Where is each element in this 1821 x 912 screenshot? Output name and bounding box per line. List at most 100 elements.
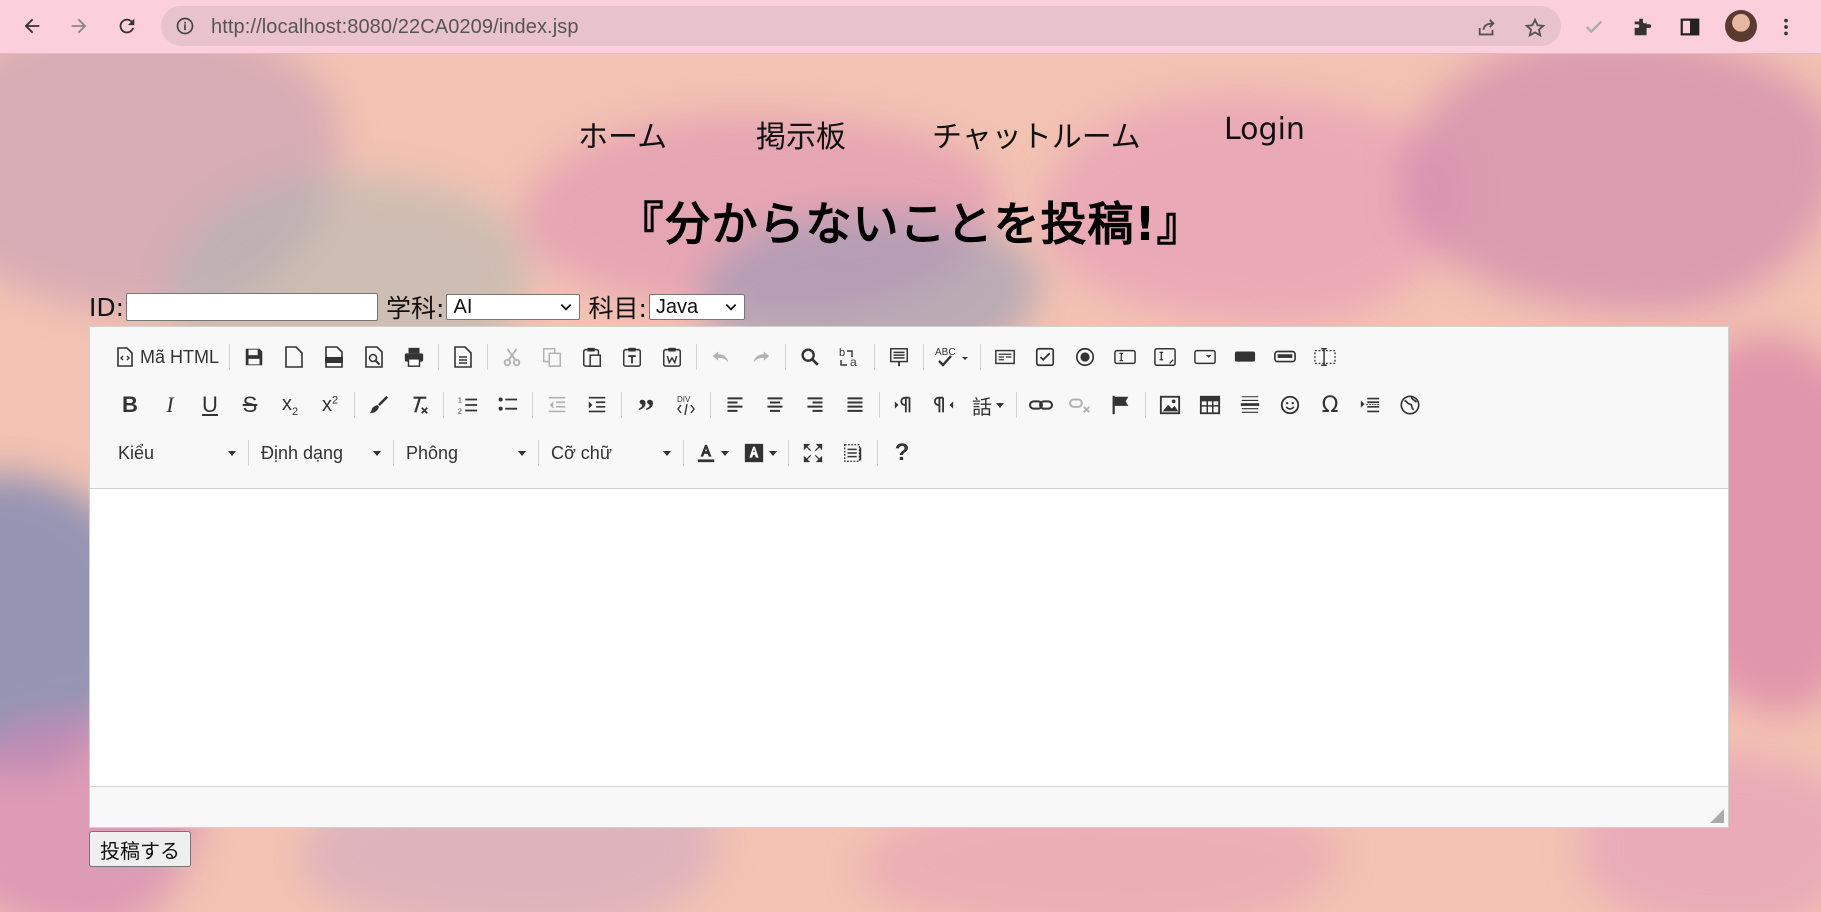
address-bar[interactable]: http://localhost:8080/22CA0209/index.jsp (161, 6, 1561, 46)
align-justify-button[interactable] (835, 387, 875, 423)
strikethrough-icon: S (242, 392, 258, 417)
text-color-button[interactable] (688, 435, 736, 471)
save-button[interactable] (234, 339, 274, 375)
paste-button[interactable] (572, 339, 612, 375)
nav-link-home[interactable]: ホーム (578, 112, 667, 156)
forward-button[interactable] (64, 11, 94, 41)
style-combo[interactable]: Kiểu (110, 435, 244, 471)
align-left-button[interactable] (715, 387, 755, 423)
textfield-button[interactable] (1105, 339, 1145, 375)
source-button[interactable]: Mã HTML (110, 339, 225, 375)
ltr-button[interactable] (884, 387, 924, 423)
underline-button[interactable]: U (190, 387, 230, 423)
subject-select[interactable]: Java (648, 294, 745, 320)
indent-button[interactable] (577, 387, 617, 423)
department-select[interactable]: AI (446, 294, 581, 320)
spellcheck-button[interactable]: ABC (928, 339, 976, 375)
paste-word-button[interactable] (652, 339, 692, 375)
blockquote-button[interactable]: ” (626, 387, 666, 430)
paste-text-button[interactable] (612, 339, 652, 375)
font-combo[interactable]: Phông (398, 435, 534, 471)
copy-button[interactable] (532, 339, 572, 375)
extension-check-button[interactable] (1580, 13, 1608, 41)
show-blocks-button[interactable] (833, 435, 873, 471)
nav-link-login[interactable]: Login (1224, 112, 1305, 147)
special-char-button[interactable]: Ω (1310, 387, 1350, 423)
share-icon (1478, 19, 1495, 36)
image-button[interactable] (1150, 387, 1190, 423)
back-button[interactable] (17, 11, 47, 41)
share-button[interactable] (1475, 16, 1499, 40)
nav-link-board[interactable]: 掲示板 (756, 112, 846, 156)
create-div-button[interactable]: DIV (666, 387, 706, 423)
format-combo[interactable]: Định dạng (253, 435, 389, 471)
reload-button[interactable] (112, 11, 142, 41)
find-button[interactable] (790, 339, 830, 375)
toolbar-separator (980, 344, 982, 370)
iframe-button[interactable] (1390, 387, 1430, 423)
omega-icon: Ω (1321, 392, 1339, 418)
page-break-button[interactable] (1350, 387, 1390, 423)
background-color-button[interactable] (736, 435, 784, 471)
maximize-button[interactable] (793, 435, 833, 471)
extensions-button[interactable] (1628, 13, 1656, 41)
button-field-button[interactable] (1225, 339, 1265, 375)
templates-button[interactable] (443, 339, 483, 375)
print-icon (404, 347, 424, 367)
horizontal-rule-button[interactable] (1230, 387, 1270, 423)
align-right-button[interactable] (795, 387, 835, 423)
replace-button[interactable]: ba (830, 339, 870, 375)
font-size-combo[interactable]: Cỡ chữ (543, 435, 679, 471)
url-text[interactable]: http://localhost:8080/22CA0209/index.jsp (211, 16, 579, 39)
menu-button[interactable] (1772, 13, 1800, 41)
rtl-button[interactable] (924, 387, 964, 423)
export-pdf-button[interactable] (314, 339, 354, 375)
nav-link-chat[interactable]: チャットルーム (932, 112, 1141, 156)
subscript-button[interactable]: x2 (270, 387, 310, 423)
print-button[interactable] (394, 339, 434, 375)
language-button[interactable]: 話 (964, 387, 1012, 423)
undo-button[interactable] (701, 339, 741, 375)
textarea-button[interactable] (1145, 339, 1185, 375)
radio-button[interactable] (1065, 339, 1105, 375)
dropdown-caret-icon (228, 450, 236, 456)
forward-arrow-icon (71, 18, 87, 34)
anchor-button[interactable] (1101, 387, 1141, 423)
resize-handle-icon[interactable] (1710, 809, 1724, 823)
preview-button[interactable] (354, 339, 394, 375)
form-button[interactable] (985, 339, 1025, 375)
subject-selected-value: Java (655, 296, 699, 318)
submit-post-button[interactable]: 投稿する (89, 831, 191, 867)
copy-format-button[interactable] (359, 387, 399, 423)
unlink-button[interactable] (1061, 387, 1101, 423)
editor-content-area[interactable] (90, 489, 1728, 789)
redo-button[interactable] (741, 339, 781, 375)
checkbox-button[interactable] (1025, 339, 1065, 375)
new-page-button[interactable] (274, 339, 314, 375)
link-button[interactable] (1021, 387, 1061, 423)
profile-avatar[interactable] (1725, 10, 1757, 42)
bold-button[interactable]: B (110, 387, 150, 423)
help-button[interactable]: ? (882, 435, 922, 471)
smiley-button[interactable] (1270, 387, 1310, 423)
cut-button[interactable] (492, 339, 532, 375)
side-panel-button[interactable] (1676, 13, 1704, 41)
bookmark-button[interactable] (1523, 16, 1547, 40)
numbered-list-button[interactable]: 12 (448, 387, 488, 423)
strikethrough-button[interactable]: S (230, 387, 270, 423)
select-field-button[interactable] (1185, 339, 1225, 375)
hidden-field-button[interactable] (1305, 339, 1345, 375)
toolbar-row-3: Kiểu Định dạng Phông Cỡ chữ ? (110, 433, 922, 473)
site-info-icon[interactable] (175, 16, 195, 36)
bulleted-list-button[interactable] (488, 387, 528, 423)
id-input[interactable] (126, 293, 379, 321)
superscript-button[interactable]: x2 (310, 387, 350, 423)
table-button[interactable] (1190, 387, 1230, 423)
remove-format-button[interactable] (399, 387, 439, 423)
pdf-icon (325, 346, 344, 368)
image-button-field-button[interactable] (1265, 339, 1305, 375)
italic-button[interactable]: I (150, 387, 190, 423)
align-center-button[interactable] (755, 387, 795, 423)
select-all-button[interactable] (879, 339, 919, 375)
outdent-button[interactable] (537, 387, 577, 423)
